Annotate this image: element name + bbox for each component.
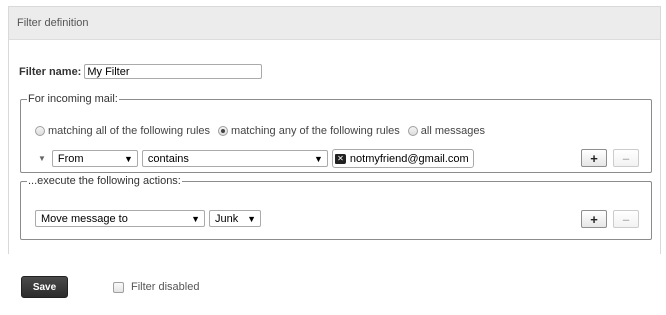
action-target-select[interactable]: Junk ▼ — [209, 210, 261, 227]
actions-legend: ...execute the following actions: — [28, 175, 181, 187]
clear-value-icon[interactable]: ✕ — [334, 153, 346, 164]
add-action-button[interactable]: + — [581, 210, 607, 228]
remove-action-button[interactable]: – — [613, 210, 639, 228]
dropdown-arrow-icon: ▼ — [191, 213, 200, 224]
action-target-value: Junk — [215, 212, 239, 225]
dropdown-arrow-icon: ▼ — [124, 153, 133, 164]
all-messages-label[interactable]: all messages — [421, 125, 485, 137]
dropdown-arrow-icon: ▼ — [247, 213, 256, 224]
save-button[interactable]: Save — [21, 276, 68, 298]
action-value: Move message to — [41, 212, 128, 225]
filter-name-row: Filter name: — [19, 64, 263, 79]
rule-operator-value: contains — [147, 152, 189, 165]
match-any-radio[interactable] — [218, 126, 229, 136]
match-any-label[interactable]: matching any of the following rules — [231, 125, 400, 137]
match-all-radio[interactable] — [35, 126, 45, 136]
filter-disabled-checkbox[interactable] — [113, 281, 124, 293]
add-rule-button[interactable]: + — [581, 149, 607, 167]
match-mode-radio-group: matching all of the following rules matc… — [35, 125, 493, 137]
rule-value-text: notmyfriend@gmail.com — [349, 152, 469, 165]
action-row: Move message to ▼ Junk ▼ — [35, 210, 265, 227]
dropdown-arrow-icon: ▼ — [314, 153, 323, 164]
filter-name-label: Filter name: — [19, 65, 82, 78]
all-messages-radio[interactable] — [407, 126, 418, 136]
footer-row: Save Filter disabled — [21, 276, 199, 298]
filter-definition-panel: Filter definition Filter name: For incom… — [8, 6, 661, 254]
rule-value-input[interactable]: ✕ notmyfriend@gmail.com — [331, 149, 474, 168]
rule-row: ▼ From ▼ contains ▼ ✕ notmyfriend@gmail.… — [35, 149, 474, 168]
match-all-label[interactable]: matching all of the following rules — [48, 125, 210, 137]
filter-name-input[interactable] — [84, 64, 263, 79]
rule-field-select[interactable]: From ▼ — [51, 150, 138, 167]
remove-rule-button[interactable]: – — [613, 149, 639, 167]
incoming-mail-fieldset: For incoming mail: matching all of the f… — [20, 93, 652, 173]
filter-disabled-label[interactable]: Filter disabled — [131, 281, 199, 293]
rule-field-value: From — [57, 152, 84, 165]
action-select[interactable]: Move message to ▼ — [35, 210, 205, 227]
actions-fieldset: ...execute the following actions: Move m… — [20, 175, 652, 240]
panel-title: Filter definition — [9, 7, 660, 40]
incoming-mail-legend: For incoming mail: — [28, 93, 118, 105]
collapse-triangle-icon[interactable]: ▼ — [38, 154, 46, 163]
rule-operator-select[interactable]: contains ▼ — [141, 150, 328, 167]
